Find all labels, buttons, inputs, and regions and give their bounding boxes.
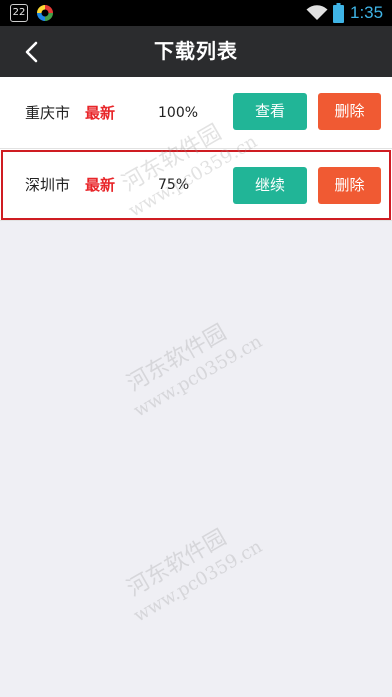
download-list: 重庆市 最新 100% 查看 删除 深圳市 最新 75% 继续 删除 bbox=[0, 77, 392, 221]
wifi-icon bbox=[306, 5, 328, 20]
delete-button[interactable]: 删除 bbox=[318, 93, 381, 130]
download-progress: 75% bbox=[158, 177, 190, 193]
latest-tag: 最新 bbox=[85, 176, 116, 194]
delete-button[interactable]: 删除 bbox=[318, 167, 381, 204]
status-bar: 22 1:35 bbox=[0, 0, 392, 26]
app-icon bbox=[37, 5, 53, 21]
download-progress: 100% bbox=[158, 105, 199, 121]
notification-icon: 22 bbox=[10, 4, 28, 22]
battery-icon bbox=[333, 3, 344, 23]
watermark-stamp: 河东软件园 www.pc0359.cn bbox=[123, 320, 266, 422]
latest-tag: 最新 bbox=[85, 104, 116, 122]
watermark-stamp: 河东软件园 www.pc0359.cn bbox=[123, 525, 266, 627]
app-header: 下载列表 bbox=[0, 26, 392, 77]
download-row: 重庆市 最新 100% 查看 删除 bbox=[0, 77, 392, 149]
clock-time: 1:35 bbox=[350, 3, 384, 22]
download-row: 深圳市 最新 75% 继续 删除 bbox=[0, 149, 392, 221]
city-name: 重庆市 bbox=[25, 104, 71, 122]
continue-button[interactable]: 继续 bbox=[233, 167, 307, 204]
screen: 22 1:35 下载列表 重庆市 最新 100% 查看 删除 深圳市 最新 75… bbox=[0, 0, 392, 697]
city-name: 深圳市 bbox=[25, 176, 71, 194]
page-title: 下载列表 bbox=[154, 39, 238, 63]
view-button[interactable]: 查看 bbox=[233, 93, 307, 130]
